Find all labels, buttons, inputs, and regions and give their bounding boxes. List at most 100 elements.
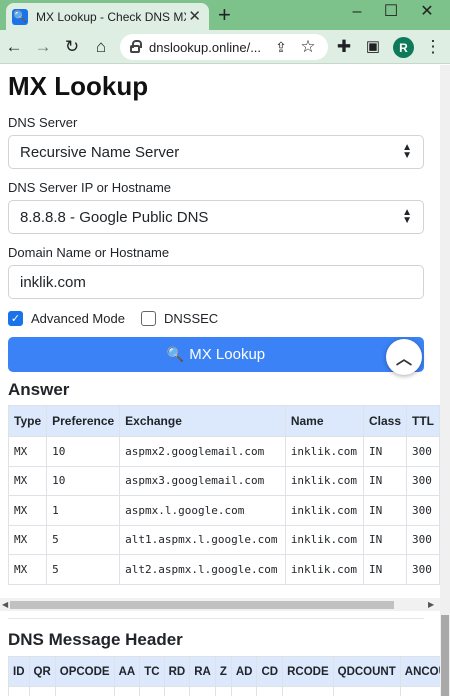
advanced-mode-label: Advanced Mode bbox=[31, 311, 125, 326]
select-caret-icon: ▲ ▼ bbox=[402, 207, 412, 226]
dns-ip-label: DNS Server IP or Hostname bbox=[8, 180, 172, 195]
dns-server-label: DNS Server bbox=[8, 115, 78, 130]
cell-empty bbox=[28, 686, 56, 696]
page-title: MX Lookup bbox=[8, 71, 149, 101]
tab-close-icon[interactable]: ✕ bbox=[188, 7, 201, 25]
vertical-scrollbar[interactable] bbox=[440, 65, 450, 696]
col-aa: AA bbox=[113, 656, 141, 687]
cell-preference: 1 bbox=[46, 495, 121, 526]
cell-type: MX bbox=[7, 495, 48, 526]
cell-type: MX bbox=[7, 554, 48, 585]
answer-table: Type Preference Exchange Name Class TTL … bbox=[7, 405, 440, 585]
cell-ttl: 300 bbox=[406, 465, 440, 496]
reload-icon[interactable]: ↻ bbox=[61, 36, 83, 58]
table-row: MX 1 aspmx.l.google.com inklik.com IN 30… bbox=[7, 495, 440, 526]
home-icon[interactable]: ⌂ bbox=[90, 36, 112, 58]
cell-empty bbox=[399, 686, 440, 696]
maximize-button[interactable]: ☐ bbox=[374, 0, 408, 24]
col-ra: RA bbox=[189, 656, 216, 687]
domain-input[interactable]: inklik.com bbox=[8, 265, 424, 299]
scroll-right-arrow-icon[interactable]: ▶ bbox=[428, 598, 434, 611]
section-divider bbox=[8, 618, 424, 619]
cell-ttl: 300 bbox=[406, 436, 440, 467]
mx-lookup-button[interactable]: 🔍 MX Lookup bbox=[8, 337, 424, 372]
cell-empty bbox=[54, 686, 115, 696]
browser-tab-strip: 🔍 MX Lookup - Check DNS MX R ✕ + – ☐ ✕ bbox=[0, 0, 450, 30]
cell-empty bbox=[113, 686, 141, 696]
cell-empty bbox=[163, 686, 191, 696]
cell-empty bbox=[332, 686, 401, 696]
cell-preference: 10 bbox=[46, 465, 121, 496]
browser-toolbar: ← → ↻ ⌂ dnslookup.online/... ⇪ ☆ ✚ ▣ R ⋮ bbox=[0, 30, 450, 64]
checkbox-unchecked-icon[interactable] bbox=[141, 311, 156, 326]
dns-ip-value: 8.8.8.8 - Google Public DNS bbox=[20, 208, 209, 226]
cell-empty bbox=[230, 686, 258, 696]
cell-class: IN bbox=[362, 436, 408, 467]
cell-name: inklik.com bbox=[284, 465, 364, 496]
bookmark-star-icon[interactable]: ☆ bbox=[297, 36, 319, 58]
tab-title: MX Lookup - Check DNS MX R bbox=[36, 9, 186, 24]
cell-type: MX bbox=[7, 465, 48, 496]
cell-empty bbox=[139, 686, 165, 696]
url-text: dnslookup.online/... bbox=[149, 39, 262, 55]
col-rd: RD bbox=[163, 656, 191, 687]
cell-empty bbox=[189, 686, 216, 696]
dns-header-table: ID QR OPCODE AA TC RD RA Z AD CD RCODE Q… bbox=[8, 656, 440, 696]
search-icon: 🔍 bbox=[166, 346, 185, 362]
menu-kebab-icon[interactable]: ⋮ bbox=[422, 36, 444, 58]
col-name: Name bbox=[284, 405, 364, 437]
side-panel-icon[interactable]: ▣ bbox=[362, 36, 384, 58]
dnssec-label: DNSSEC bbox=[164, 311, 219, 326]
forward-arrow-icon[interactable]: → bbox=[32, 36, 54, 58]
dns-ip-select[interactable]: 8.8.8.8 - Google Public DNS ▲ ▼ bbox=[8, 200, 424, 234]
col-ancount: ANCOUNT bbox=[399, 656, 440, 687]
back-arrow-icon[interactable]: ← bbox=[3, 36, 25, 58]
cell-preference: 10 bbox=[46, 436, 121, 467]
domain-label: Domain Name or Hostname bbox=[8, 245, 170, 260]
chevron-up-icon: ︿ bbox=[395, 351, 412, 368]
share-icon[interactable]: ⇪ bbox=[270, 36, 292, 58]
col-exchange: Exchange bbox=[119, 405, 286, 437]
minimize-button[interactable]: – bbox=[340, 0, 374, 24]
col-class: Class bbox=[362, 405, 408, 437]
close-window-button[interactable]: ✕ bbox=[410, 0, 444, 24]
scroll-left-arrow-icon[interactable]: ◀ bbox=[2, 598, 8, 611]
domain-value: inklik.com bbox=[20, 273, 86, 291]
cell-exchange: alt1.aspmx.l.google.com bbox=[119, 524, 286, 555]
search-favicon-icon: 🔍 bbox=[12, 8, 28, 25]
col-qdcount: QDCOUNT bbox=[332, 656, 401, 687]
profile-avatar[interactable]: R bbox=[393, 37, 414, 58]
cell-exchange: alt2.aspmx.l.google.com bbox=[119, 554, 286, 585]
cell-name: inklik.com bbox=[284, 554, 364, 585]
cell-exchange: aspmx.l.google.com bbox=[119, 495, 286, 526]
dns-message-header-heading: DNS Message Header bbox=[8, 630, 183, 649]
new-tab-button[interactable]: + bbox=[218, 2, 231, 28]
checkbox-checked-icon[interactable]: ✓ bbox=[8, 311, 23, 326]
col-rcode: RCODE bbox=[282, 656, 334, 687]
table-row: MX 10 aspmx3.googlemail.com inklik.com I… bbox=[7, 465, 440, 496]
cell-empty bbox=[256, 686, 284, 696]
vertical-scroll-thumb[interactable] bbox=[441, 615, 449, 696]
dns-server-value: Recursive Name Server bbox=[20, 143, 180, 161]
col-ad: AD bbox=[230, 656, 258, 687]
cell-empty bbox=[8, 686, 30, 696]
cell-empty bbox=[214, 686, 232, 696]
extensions-puzzle-icon[interactable]: ✚ bbox=[333, 36, 355, 58]
answer-table-header-row: Type Preference Exchange Name Class TTL bbox=[7, 405, 440, 437]
browser-tab[interactable]: 🔍 MX Lookup - Check DNS MX R ✕ bbox=[6, 3, 209, 30]
table-row: MX 5 alt2.aspmx.l.google.com inklik.com … bbox=[7, 554, 440, 585]
cell-type: MX bbox=[7, 436, 48, 467]
dns-server-select[interactable]: Recursive Name Server ▲ ▼ bbox=[8, 135, 424, 169]
scroll-to-top-button[interactable]: ︿ bbox=[386, 339, 422, 375]
table-row bbox=[8, 686, 440, 696]
cell-preference: 5 bbox=[46, 524, 121, 555]
horizontal-scroll-thumb[interactable] bbox=[10, 601, 394, 609]
col-id: ID bbox=[8, 656, 30, 687]
col-cd: CD bbox=[256, 656, 284, 687]
cell-class: IN bbox=[362, 554, 408, 585]
dnssec-checkbox[interactable]: DNSSEC bbox=[141, 311, 218, 326]
col-qr: QR bbox=[28, 656, 56, 687]
advanced-mode-checkbox[interactable]: ✓ Advanced Mode bbox=[8, 311, 125, 326]
select-caret-icon: ▲ ▼ bbox=[402, 142, 412, 161]
cell-ttl: 300 bbox=[406, 524, 440, 555]
